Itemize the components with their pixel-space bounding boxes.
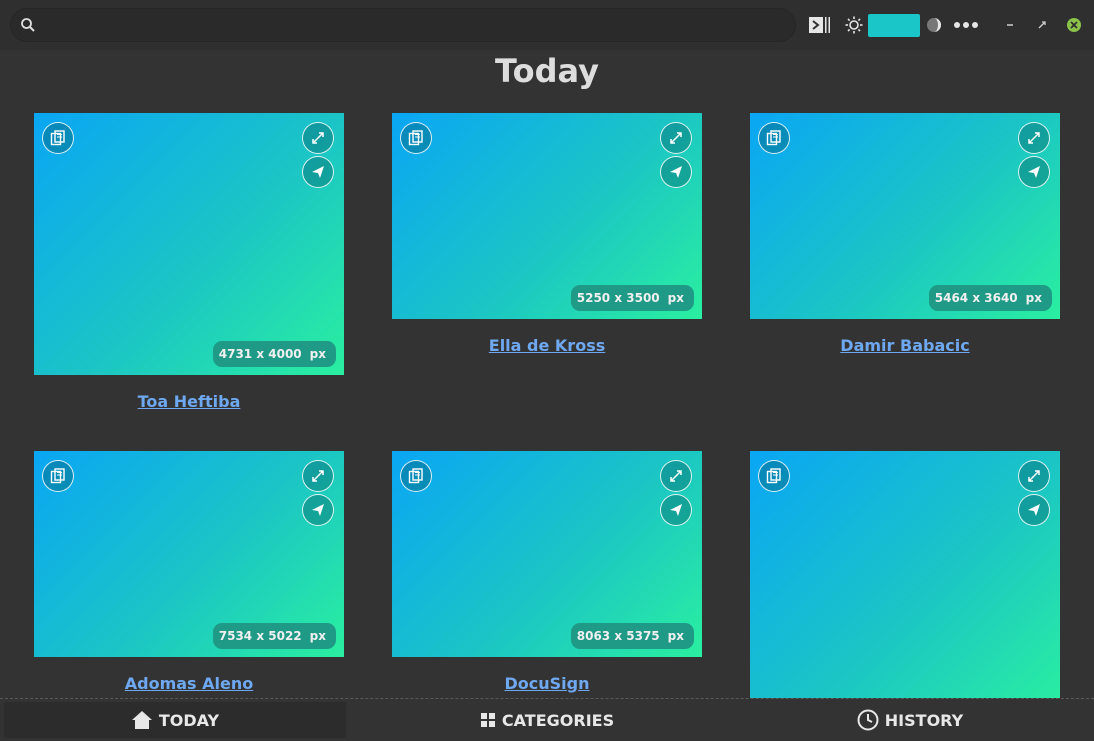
copy-icon — [50, 130, 65, 146]
terminal-sidebar-icon — [809, 17, 830, 33]
bottom-navigation: TODAY CATEGORIES HISTORY — [0, 700, 1094, 741]
wallpaper-thumbnail[interactable] — [34, 113, 344, 375]
top-bar — [0, 0, 1094, 50]
tab-today[interactable]: TODAY — [4, 702, 346, 738]
author-link[interactable]: Toa Heftiba — [34, 392, 344, 411]
copy-icon — [766, 130, 781, 146]
dimensions-unit: px — [309, 347, 326, 361]
half-moon-icon — [927, 18, 941, 32]
dimensions-value: 8063 x 5375 — [576, 629, 660, 643]
dimensions-value: 7534 x 5022 — [218, 629, 302, 643]
fullscreen-button[interactable] — [1018, 122, 1050, 154]
fullscreen-button[interactable] — [302, 122, 334, 154]
page-title: Today — [495, 52, 599, 90]
sidebar-toggle-button[interactable] — [808, 15, 832, 35]
grid-icon — [480, 713, 495, 727]
expand-icon — [1028, 132, 1040, 144]
fullscreen-button[interactable] — [302, 460, 334, 492]
color-swatch[interactable] — [868, 14, 920, 37]
fullscreen-button[interactable] — [1018, 460, 1050, 492]
restore-icon — [1038, 21, 1046, 29]
dimensions-unit: px — [667, 291, 684, 305]
sun-icon — [845, 16, 863, 34]
paper-plane-icon — [670, 504, 682, 516]
minimize-icon — [1007, 24, 1013, 26]
close-icon — [1067, 18, 1081, 32]
copy-button[interactable] — [42, 460, 74, 492]
menu-button[interactable] — [952, 15, 980, 35]
paper-plane-icon — [1028, 166, 1040, 178]
author-link[interactable]: Adomas Aleno — [34, 674, 344, 693]
expand-icon — [312, 470, 324, 482]
set-wallpaper-button[interactable] — [660, 156, 692, 188]
author-link[interactable]: Damir Babacic — [750, 336, 1060, 355]
wallpaper-card: 5250 x 3500 px Ella de Kross — [392, 113, 702, 363]
tab-today-label: TODAY — [158, 710, 220, 730]
tab-categories[interactable]: CATEGORIES — [370, 702, 724, 738]
expand-icon — [312, 132, 324, 144]
dimensions-unit: px — [309, 629, 326, 643]
set-wallpaper-button[interactable] — [1018, 156, 1050, 188]
close-button[interactable] — [1065, 15, 1083, 35]
copy-icon — [50, 468, 65, 484]
tab-history[interactable]: HISTORY — [740, 702, 1080, 738]
dimensions-badge: 5250 x 3500 px — [570, 285, 694, 311]
set-wallpaper-button[interactable] — [302, 494, 334, 526]
wallpaper-card: 4731 x 4000 px Toa Heftiba — [34, 113, 344, 413]
copy-button[interactable] — [400, 122, 432, 154]
author-link[interactable]: DocuSign — [392, 674, 702, 693]
more-dots-icon — [954, 22, 978, 28]
copy-button[interactable] — [42, 122, 74, 154]
fullscreen-button[interactable] — [660, 122, 692, 154]
dimensions-badge: 7534 x 5022 px — [212, 623, 336, 649]
wallpaper-card: 5464 x 3640 px Damir Babacic — [750, 113, 1060, 363]
search-input[interactable] — [44, 14, 788, 38]
dimensions-badge: 5464 x 3640 px — [928, 285, 1052, 311]
copy-button[interactable] — [400, 460, 432, 492]
paper-plane-icon — [670, 166, 682, 178]
dimensions-badge: 8063 x 5375 px — [570, 623, 694, 649]
dimensions-unit: px — [1025, 291, 1042, 305]
dimensions-value: 4731 x 4000 — [218, 347, 302, 361]
expand-icon — [670, 470, 682, 482]
wallpaper-card — [750, 451, 1060, 698]
paper-plane-icon — [312, 166, 324, 178]
fullscreen-button[interactable] — [660, 460, 692, 492]
copy-icon — [408, 468, 423, 484]
wallpaper-card: 7534 x 5022 px Adomas Aleno — [34, 451, 344, 697]
tab-history-label: HISTORY — [884, 710, 964, 730]
paper-plane-icon — [1028, 504, 1040, 516]
dimensions-value: 5464 x 3640 — [934, 291, 1018, 305]
expand-icon — [670, 132, 682, 144]
search-box[interactable] — [10, 8, 796, 42]
paper-plane-icon — [312, 504, 324, 516]
wallpaper-card: 8063 x 5375 px DocuSign — [392, 451, 702, 697]
search-icon — [20, 17, 36, 37]
copy-icon — [766, 468, 781, 484]
set-wallpaper-button[interactable] — [1018, 494, 1050, 526]
author-link[interactable]: Ella de Kross — [392, 336, 702, 355]
copy-icon — [408, 130, 423, 146]
maximize-button[interactable] — [1034, 15, 1050, 35]
set-wallpaper-button[interactable] — [660, 494, 692, 526]
dimensions-badge: 4731 x 4000 px — [212, 341, 336, 367]
dimensions-value: 5250 x 3500 — [576, 291, 660, 305]
copy-button[interactable] — [758, 460, 790, 492]
wallpaper-thumbnail[interactable] — [750, 451, 1060, 698]
brightness-button[interactable] — [844, 15, 864, 35]
home-icon — [131, 711, 152, 729]
tab-categories-label: CATEGORIES — [501, 710, 615, 730]
minimize-button[interactable] — [1002, 15, 1018, 35]
bottom-divider — [0, 698, 1094, 699]
copy-button[interactable] — [758, 122, 790, 154]
theme-toggle-button[interactable] — [924, 15, 944, 35]
expand-icon — [1028, 470, 1040, 482]
set-wallpaper-button[interactable] — [302, 156, 334, 188]
dimensions-unit: px — [667, 629, 684, 643]
clock-icon — [857, 709, 879, 731]
